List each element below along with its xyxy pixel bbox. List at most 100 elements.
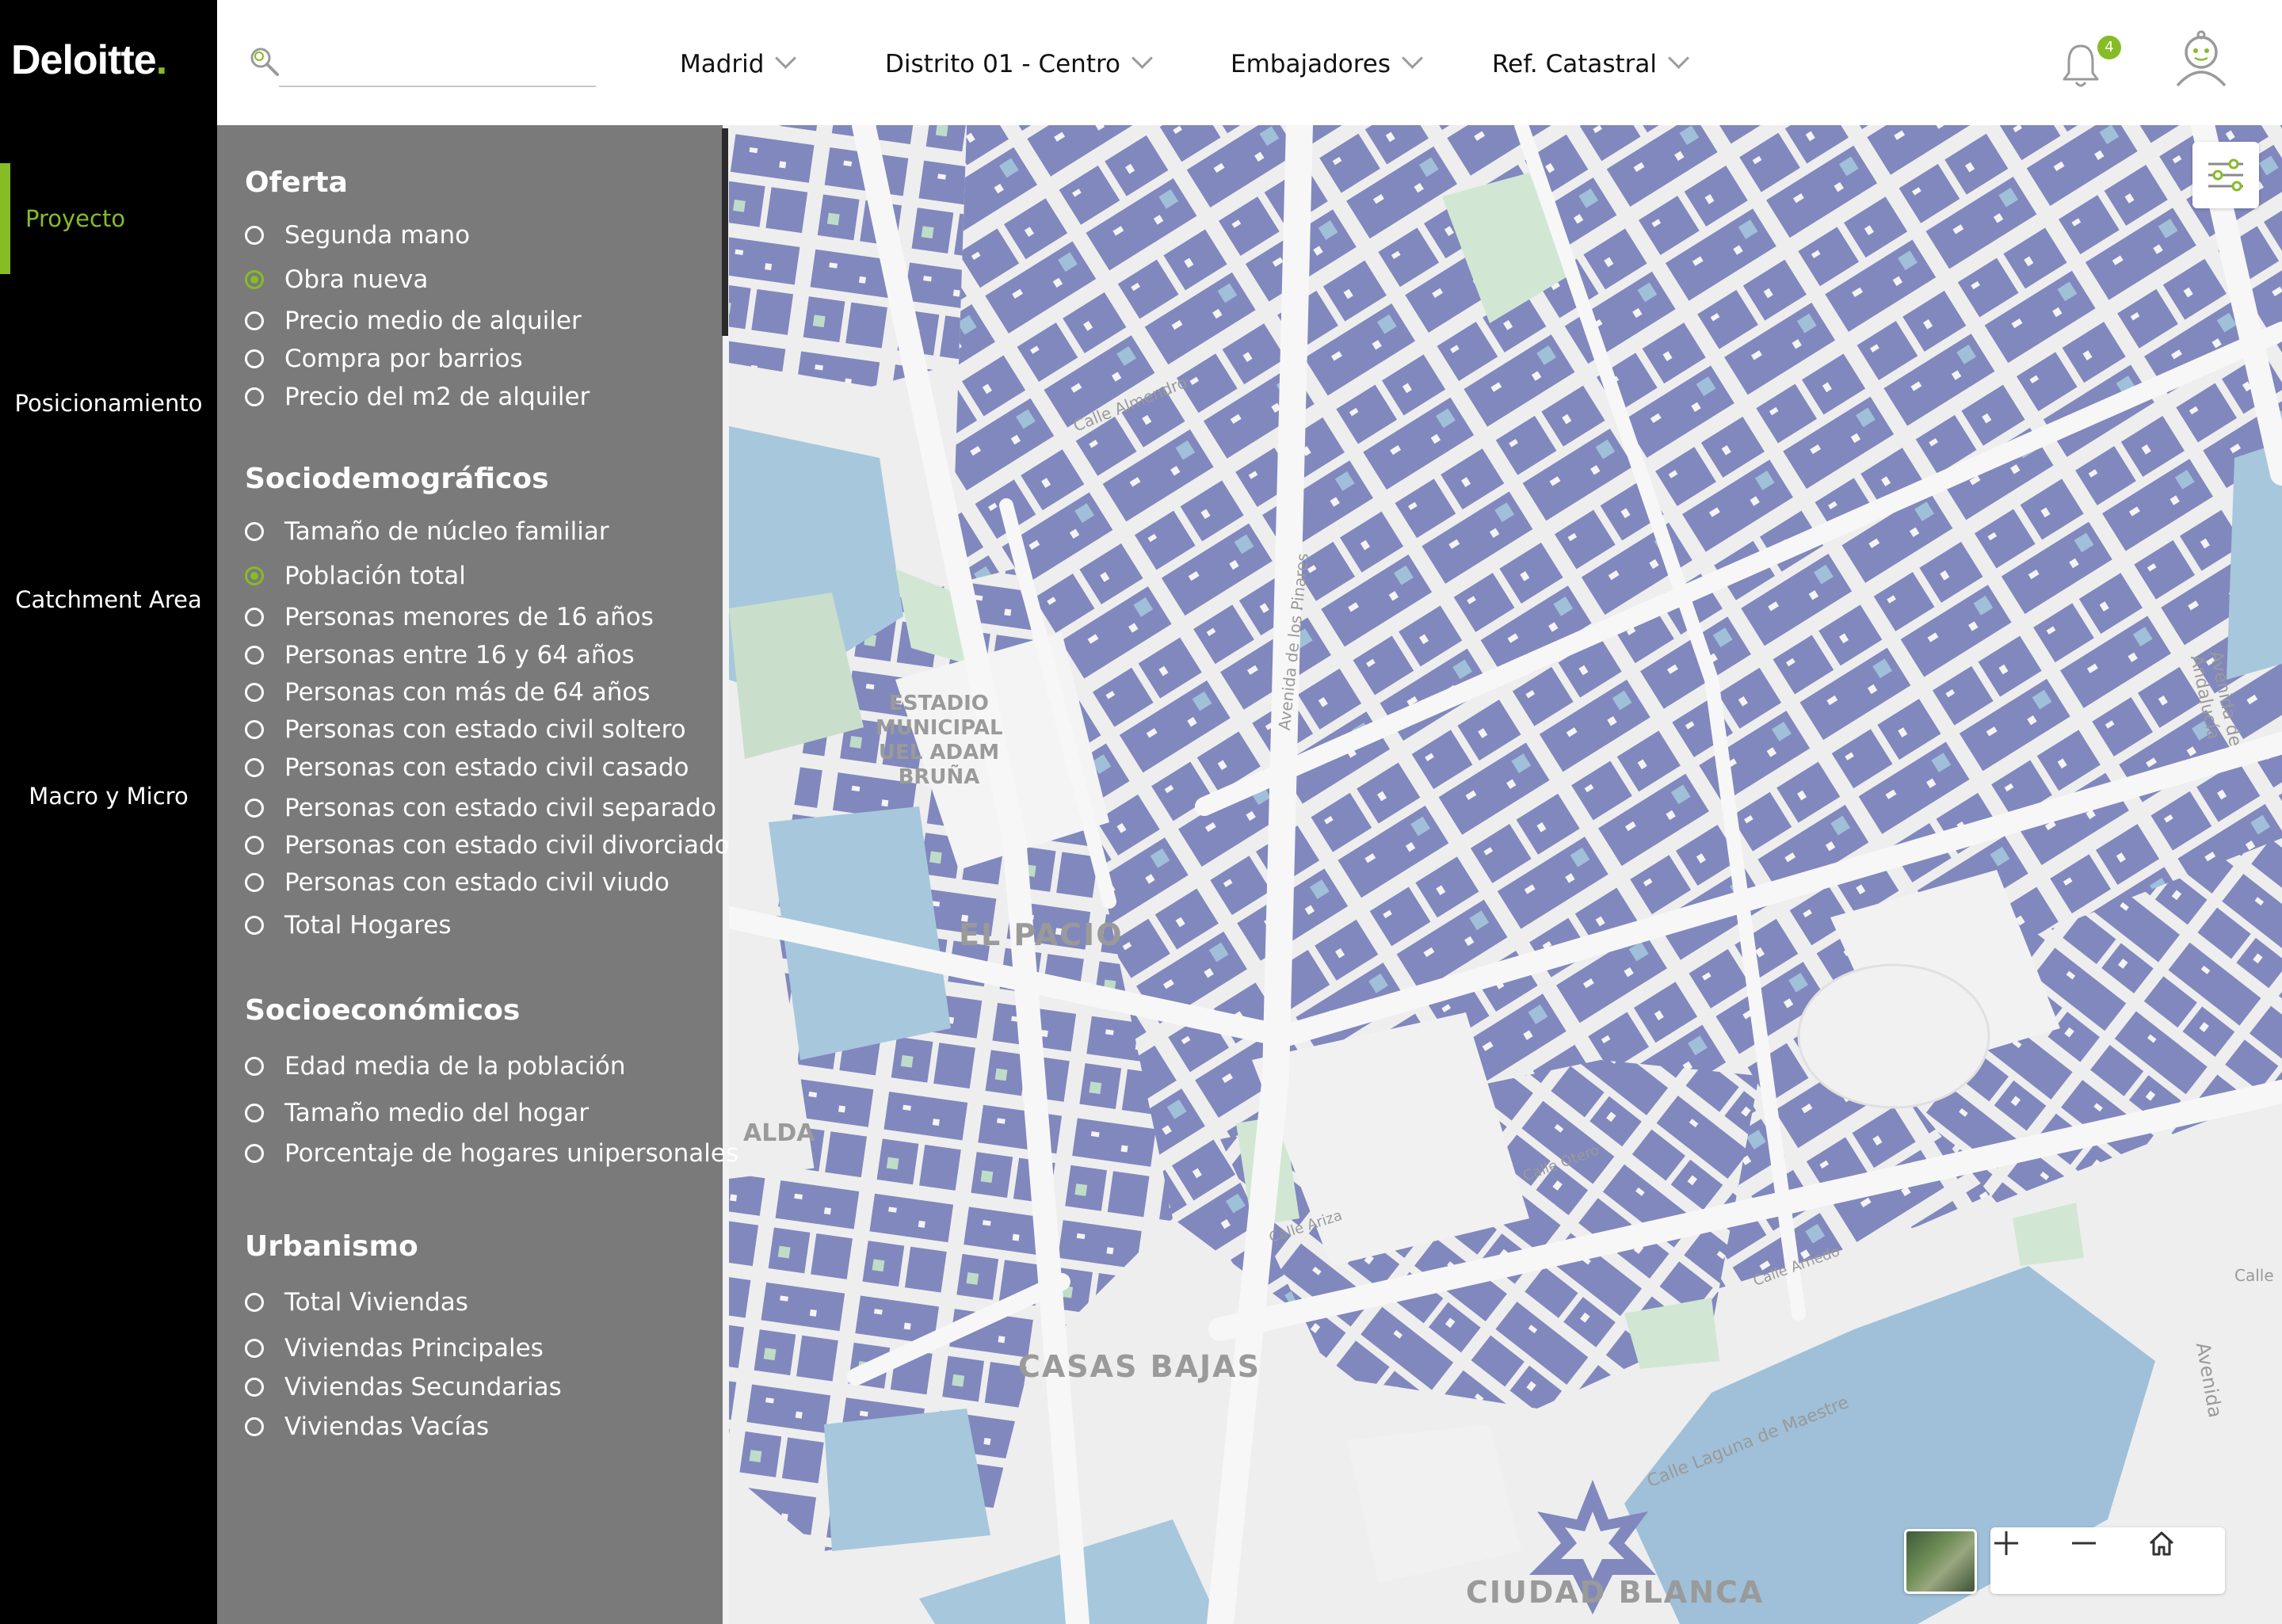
radio-icon[interactable] — [245, 1417, 264, 1436]
option-soltero[interactable]: Personas con estado civil soltero — [245, 714, 686, 745]
option-entre-16-64[interactable]: Personas entre 16 y 64 años — [245, 639, 635, 671]
radio-icon[interactable] — [245, 836, 264, 855]
option-label: Personas con estado civil viudo — [284, 868, 670, 897]
radio-icon[interactable] — [245, 1144, 264, 1163]
nav-item-label: Proyecto — [25, 205, 126, 232]
option-viudo[interactable]: Personas con estado civil viudo — [245, 867, 670, 898]
section-title-urbanismo: Urbanismo — [245, 1230, 418, 1263]
map-label-line: MUNICIPAL — [876, 716, 1003, 740]
dropdown-city[interactable]: Madrid — [680, 48, 797, 78]
radio-icon[interactable] — [245, 226, 264, 245]
radio-icon[interactable] — [245, 799, 264, 818]
radio-selected-icon[interactable] — [245, 270, 264, 289]
radio-icon[interactable] — [245, 522, 264, 541]
bell-icon[interactable] — [2059, 41, 2102, 92]
option-label: Total Hogares — [284, 911, 452, 940]
option-casado[interactable]: Personas con estado civil casado — [245, 752, 689, 783]
logo-dot: . — [155, 37, 167, 83]
option-label: Personas menores de 16 años — [284, 603, 654, 631]
option-label: Viviendas Secundarias — [284, 1373, 562, 1401]
radio-icon[interactable] — [245, 1104, 264, 1123]
radio-icon[interactable] — [245, 387, 264, 406]
option-label: Total Viviendas — [284, 1288, 468, 1317]
radio-icon[interactable] — [245, 873, 264, 892]
dropdown-district[interactable]: Distrito 01 - Centro — [885, 48, 1153, 78]
option-label: Personas con estado civil soltero — [284, 715, 686, 744]
dropdown-label: Madrid — [680, 50, 765, 78]
dropdown-label: Ref. Catastral — [1492, 50, 1658, 78]
option-menores-16[interactable]: Personas menores de 16 años — [245, 601, 654, 633]
option-mas-64[interactable]: Personas con más de 64 años — [245, 677, 651, 708]
logo-text: Deloitte — [11, 37, 157, 83]
option-label: Personas con estado civil casado — [284, 753, 689, 782]
radio-icon[interactable] — [245, 720, 264, 739]
map-label-line: ESTADIO — [889, 692, 989, 715]
option-edad-media[interactable]: Edad media de la población — [245, 1050, 625, 1082]
option-precio-m2-alquiler[interactable]: Precio del m2 de alquiler — [245, 381, 590, 413]
option-tamano-medio-hogar[interactable]: Tamaño medio del hogar — [245, 1097, 589, 1129]
notification-badge: 4 — [2097, 36, 2121, 59]
option-label: Viviendas Principales — [284, 1334, 544, 1363]
user-icon[interactable] — [2171, 29, 2231, 92]
option-label: Personas con más de 64 años — [284, 678, 651, 707]
option-divorciado[interactable]: Personas con estado civil divorciado — [245, 829, 730, 861]
search-underline — [279, 86, 596, 87]
option-hogares-unipersonales[interactable]: Porcentaje de hogares unipersonales — [245, 1138, 738, 1169]
map-controls — [1990, 1527, 2225, 1594]
option-viviendas-vacias[interactable]: Viviendas Vacías — [245, 1411, 489, 1443]
radio-icon[interactable] — [245, 1378, 264, 1397]
nav-item-catchment-area[interactable]: Catchment Area — [0, 586, 217, 613]
option-poblacion-total[interactable]: Población total — [245, 560, 466, 592]
radio-icon[interactable] — [245, 916, 264, 935]
search-input[interactable] — [280, 48, 597, 84]
map-label-ciudad-blanca: CIUDAD BLANCA — [1466, 1575, 1765, 1610]
radio-icon[interactable] — [245, 349, 264, 368]
map-label-estadio: ESTADIO MUNICIPAL UEL ADAM BRUÑA — [876, 692, 1003, 790]
zoom-in-button[interactable] — [1990, 1527, 2068, 1594]
nav-item-macro-y-micro[interactable]: Macro y Micro — [0, 783, 217, 810]
radio-icon[interactable] — [245, 608, 264, 627]
zoom-out-button[interactable] — [2068, 1527, 2146, 1594]
nav-item-posicionamiento[interactable]: Posicionamiento — [0, 390, 217, 417]
radio-icon[interactable] — [245, 311, 264, 330]
map-label-line: UEL ADAM — [878, 741, 1000, 764]
chevron-down-icon — [775, 48, 797, 69]
option-total-hogares[interactable]: Total Hogares — [245, 909, 452, 941]
panel-scrollbar[interactable] — [722, 128, 728, 336]
option-segunda-mano[interactable]: Segunda mano — [245, 219, 470, 251]
option-obra-nueva[interactable]: Obra nueva — [245, 264, 428, 295]
option-label: Personas con estado civil divorciado — [284, 831, 730, 860]
dropdown-ref-catastral[interactable]: Ref. Catastral — [1492, 48, 1689, 78]
map-canvas — [729, 125, 2282, 1624]
map-view[interactable]: ESTADIO MUNICIPAL UEL ADAM BRUÑA EL PACI… — [729, 125, 2282, 1624]
map-label-casas-bajas: CASAS BAJAS — [1018, 1349, 1261, 1384]
nav-item-label: Catchment Area — [15, 586, 202, 613]
radio-icon[interactable] — [245, 1057, 264, 1076]
option-compra-por-barrios[interactable]: Compra por barrios — [245, 343, 523, 375]
dropdown-neighborhood[interactable]: Embajadores — [1231, 48, 1423, 78]
search-icon[interactable] — [249, 46, 280, 78]
radio-icon[interactable] — [245, 758, 264, 777]
option-viviendas-secundarias[interactable]: Viviendas Secundarias — [245, 1371, 562, 1403]
radio-icon[interactable] — [245, 1293, 264, 1312]
option-label: Viviendas Vacías — [284, 1412, 490, 1441]
radio-selected-icon[interactable] — [245, 566, 264, 585]
satellite-view-toggle[interactable] — [1904, 1529, 1977, 1594]
minus-icon — [2072, 1542, 2096, 1545]
map-label-el-pacio: EL PACIO — [959, 917, 1124, 952]
option-label: Tamaño de núcleo familiar — [284, 517, 609, 546]
nav-item-proyecto[interactable]: Proyecto — [0, 163, 217, 274]
radio-icon[interactable] — [245, 1339, 264, 1358]
option-separado[interactable]: Personas con estado civil separado — [245, 792, 716, 824]
option-label: Tamaño medio del hogar — [284, 1099, 590, 1127]
option-total-viviendas[interactable]: Total Viviendas — [245, 1287, 468, 1318]
option-viviendas-principales[interactable]: Viviendas Principales — [245, 1332, 544, 1364]
chevron-down-icon — [1131, 48, 1153, 69]
home-button[interactable] — [2146, 1527, 2223, 1594]
layers-button[interactable] — [2192, 142, 2259, 208]
radio-icon[interactable] — [245, 683, 264, 702]
radio-icon[interactable] — [245, 646, 264, 665]
nav-item-label: Posicionamiento — [14, 390, 203, 417]
option-precio-medio-alquiler[interactable]: Precio medio de alquiler — [245, 305, 582, 337]
option-tamano-nucleo[interactable]: Tamaño de núcleo familiar — [245, 516, 609, 547]
